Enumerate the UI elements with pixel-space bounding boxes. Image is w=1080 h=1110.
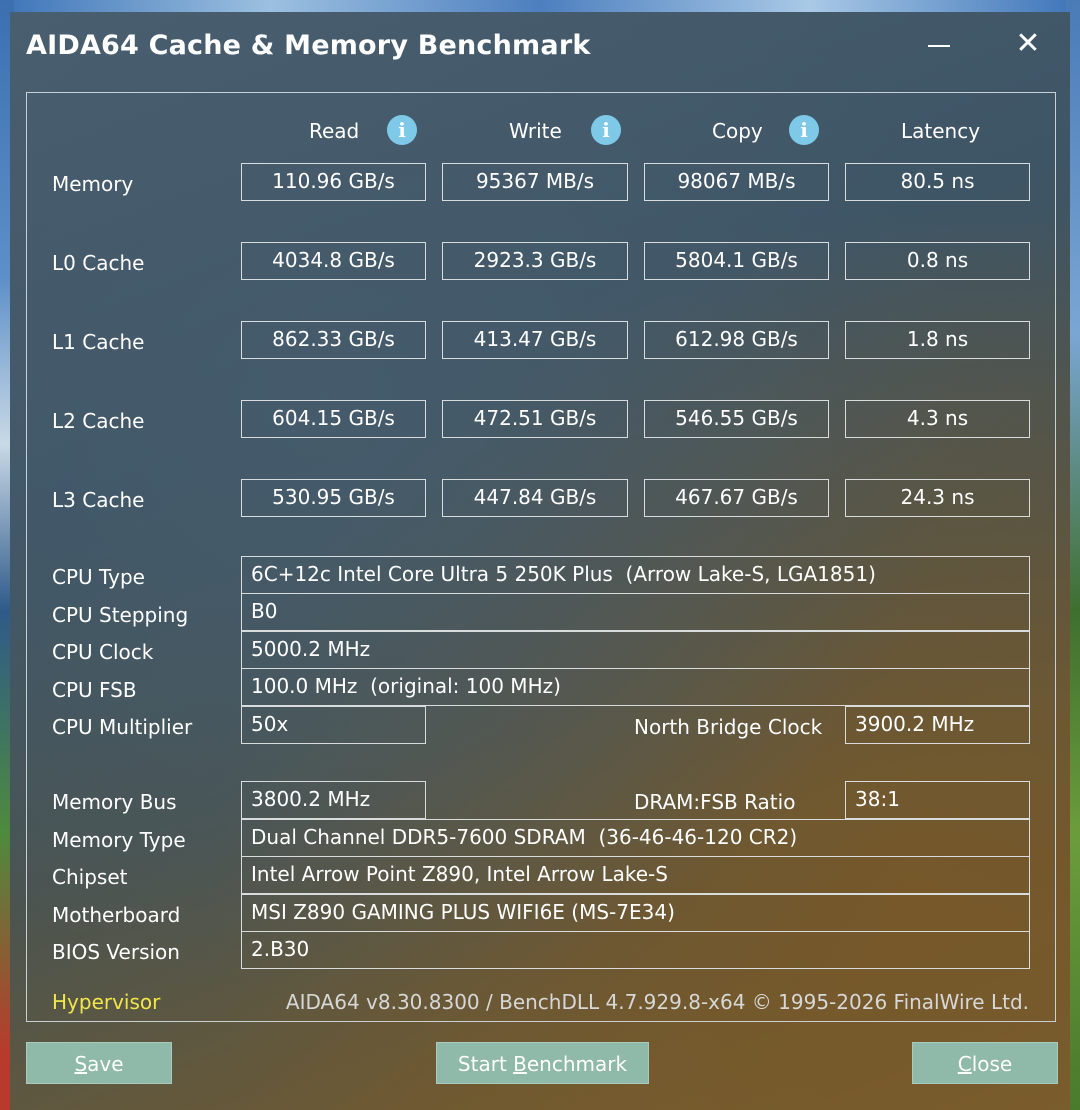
l2-copy-value: 546.55 GB/s <box>644 400 829 438</box>
l1-copy-value: 612.98 GB/s <box>644 321 829 359</box>
cpu-stepping-label: CPU Stepping <box>52 603 189 627</box>
cpu-multiplier-value: 50x <box>241 706 426 744</box>
chipset-label: Chipset <box>52 865 128 889</box>
motherboard-label: Motherboard <box>52 903 181 927</box>
minimize-button[interactable] <box>922 28 956 62</box>
bios-version-value: 2.B30 <box>241 931 1030 969</box>
l1-read-value: 862.33 GB/s <box>241 321 426 359</box>
write-info-icon[interactable]: i <box>591 115 621 145</box>
start-label-rest: enchmark <box>526 1052 628 1076</box>
l3-latency-value: 24.3 ns <box>845 479 1030 517</box>
window-title: AIDA64 Cache & Memory Benchmark <box>26 30 591 61</box>
dram-fsb-ratio-value: 38:1 <box>845 781 1030 819</box>
row-label-l2-cache: L2 Cache <box>52 409 145 433</box>
column-header-read: Read <box>309 119 360 143</box>
start-label-prefix: Start <box>457 1052 514 1076</box>
l0-write-value: 2923.3 GB/s <box>442 242 628 280</box>
row-label-memory: Memory <box>52 172 134 196</box>
cpu-fsb-value: 100.0 MHz (original: 100 MHz) <box>241 668 1030 706</box>
cpu-multiplier-label: CPU Multiplier <box>52 715 193 739</box>
l2-write-value: 472.51 GB/s <box>442 400 628 438</box>
memory-bus-label: Memory Bus <box>52 790 177 814</box>
bios-version-label: BIOS Version <box>52 940 180 964</box>
save-button[interactable]: Save <box>26 1042 172 1084</box>
desktop-background-top <box>0 0 1080 12</box>
l3-write-value: 447.84 GB/s <box>442 479 628 517</box>
memory-bus-value: 3800.2 MHz <box>241 781 426 819</box>
read-info-icon[interactable]: i <box>387 115 417 145</box>
row-label-l3-cache: L3 Cache <box>52 488 145 512</box>
memory-type-label: Memory Type <box>52 828 186 852</box>
cpu-clock-label: CPU Clock <box>52 640 154 664</box>
l3-read-value: 530.95 GB/s <box>241 479 426 517</box>
cpu-stepping-value: B0 <box>241 593 1030 631</box>
save-mnemonic: S <box>74 1052 88 1076</box>
memory-copy-value: 98067 MB/s <box>644 163 829 201</box>
column-header-copy: Copy <box>712 119 763 143</box>
title-bar[interactable]: AIDA64 Cache & Memory Benchmark ✕ <box>10 12 1070 78</box>
l1-latency-value: 1.8 ns <box>845 321 1030 359</box>
dram-fsb-ratio-label: DRAM:FSB Ratio <box>634 790 796 814</box>
row-label-l1-cache: L1 Cache <box>52 330 145 354</box>
cpu-fsb-label: CPU FSB <box>52 678 137 702</box>
chipset-value: Intel Arrow Point Z890, Intel Arrow Lake… <box>241 856 1030 894</box>
column-header-write: Write <box>509 119 562 143</box>
close-label-rest: lose <box>971 1052 1013 1076</box>
start-benchmark-button[interactable]: Start Benchmark <box>436 1042 649 1084</box>
column-header-latency: Latency <box>901 119 981 143</box>
memory-write-value: 95367 MB/s <box>442 163 628 201</box>
cpu-clock-value: 5000.2 MHz <box>241 631 1030 669</box>
copy-info-icon[interactable]: i <box>789 115 819 145</box>
l0-copy-value: 5804.1 GB/s <box>644 242 829 280</box>
l2-latency-value: 4.3 ns <box>845 400 1030 438</box>
hypervisor-label: Hypervisor <box>52 990 161 1014</box>
row-label-l0-cache: L0 Cache <box>52 251 145 275</box>
l0-latency-value: 0.8 ns <box>845 242 1030 280</box>
memory-latency-value: 80.5 ns <box>845 163 1030 201</box>
motherboard-value: MSI Z890 GAMING PLUS WIFI6E (MS-7E34) <box>241 894 1030 932</box>
version-info: AIDA64 v8.30.8300 / BenchDLL 4.7.929.8-x… <box>285 990 1029 1014</box>
l0-read-value: 4034.8 GB/s <box>241 242 426 280</box>
close-mnemonic: C <box>957 1052 972 1076</box>
cpu-type-value: 6C+12c Intel Core Ultra 5 250K Plus (Arr… <box>241 556 1030 594</box>
results-panel: Read i Write i Copy i Latency Memory 110… <box>26 92 1056 1022</box>
cpu-type-label: CPU Type <box>52 565 145 589</box>
l2-read-value: 604.15 GB/s <box>241 400 426 438</box>
l3-copy-value: 467.67 GB/s <box>644 479 829 517</box>
north-bridge-clock-label: North Bridge Clock <box>634 715 823 739</box>
save-label-rest: ave <box>87 1052 124 1076</box>
l1-write-value: 413.47 GB/s <box>442 321 628 359</box>
memory-read-value: 110.96 GB/s <box>241 163 426 201</box>
start-mnemonic: B <box>513 1052 527 1076</box>
benchmark-window: AIDA64 Cache & Memory Benchmark ✕ Read i… <box>10 12 1070 1110</box>
close-button[interactable]: Close <box>912 1042 1058 1084</box>
north-bridge-clock-value: 3900.2 MHz <box>845 706 1030 744</box>
close-window-button[interactable]: ✕ <box>1010 26 1046 62</box>
memory-type-value: Dual Channel DDR5-7600 SDRAM (36-46-46-1… <box>241 819 1030 857</box>
